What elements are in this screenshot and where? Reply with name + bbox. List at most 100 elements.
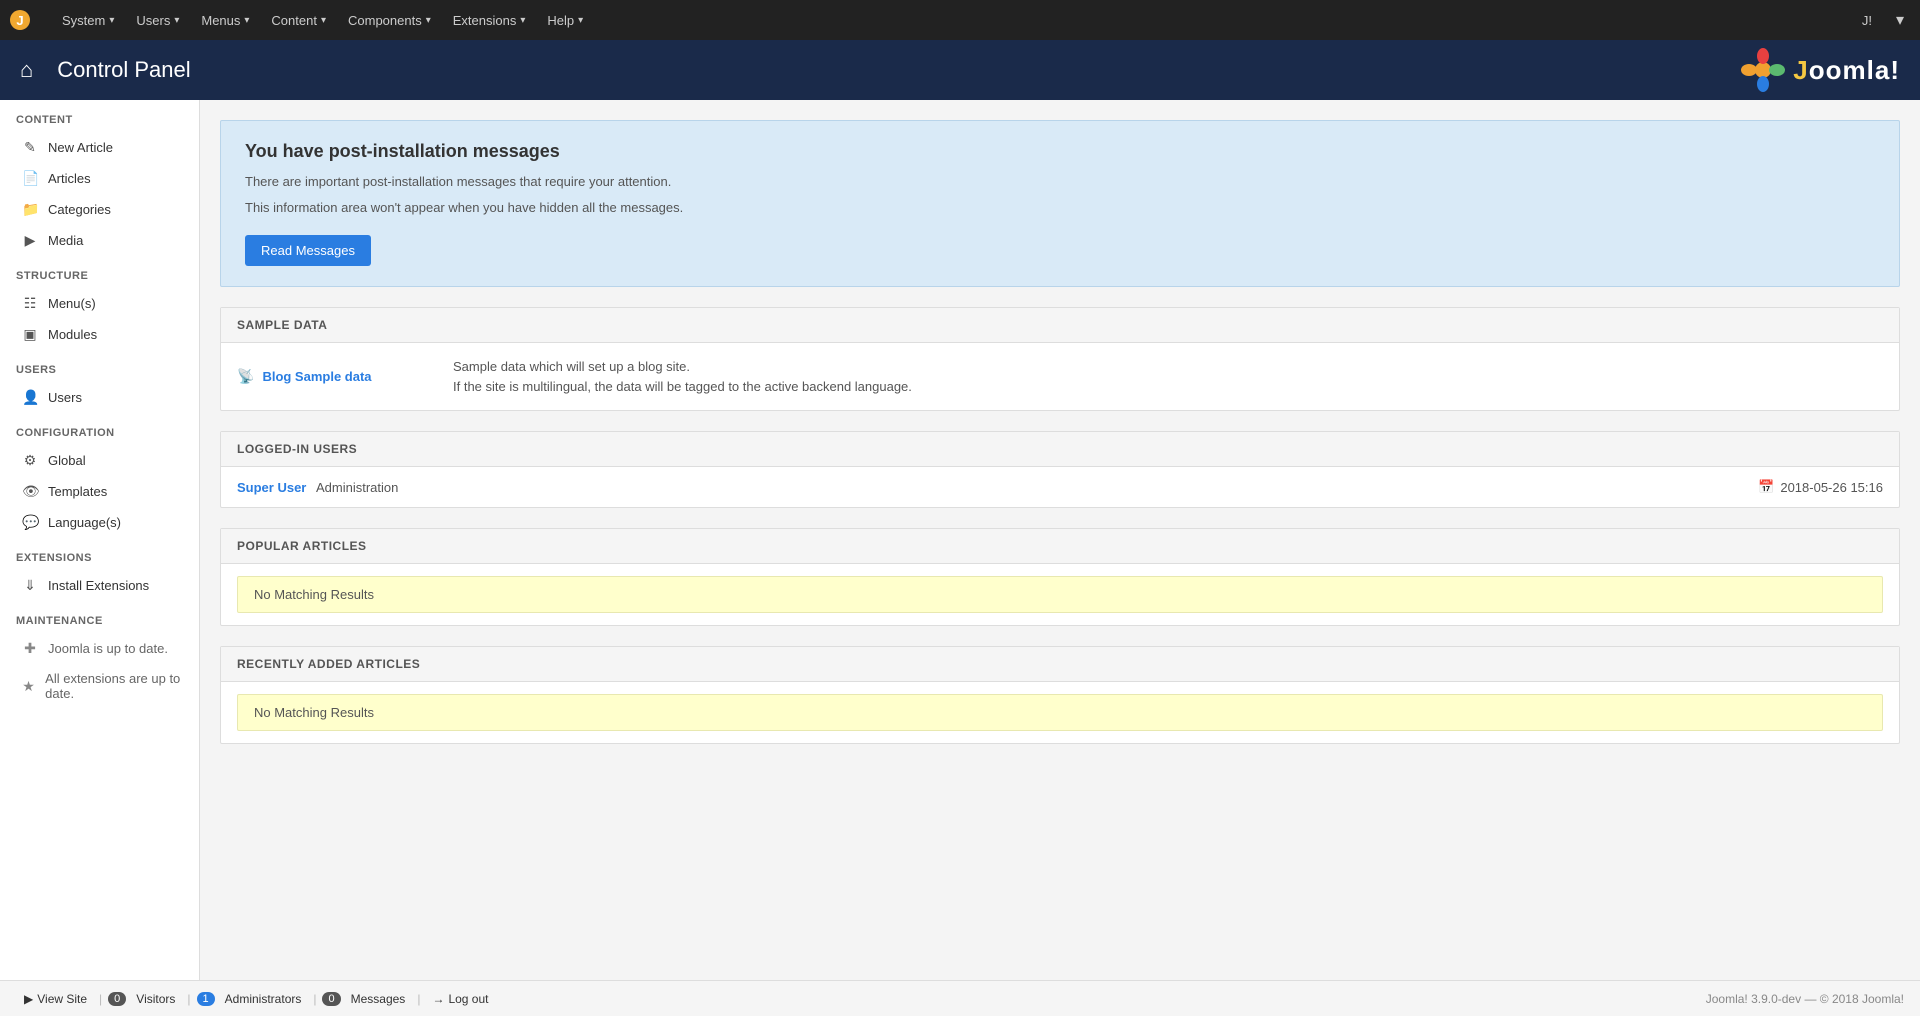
logout-link[interactable]: → Log out bbox=[424, 988, 496, 1010]
sidebar-item-media[interactable]: ▶ Media bbox=[0, 225, 199, 256]
admins-label[interactable]: Administrators bbox=[217, 988, 310, 1010]
star-outline-icon: ★ bbox=[22, 678, 35, 695]
install-icon: ⇓ bbox=[22, 577, 38, 594]
bottom-bar: ▶ View Site | 0 Visitors | 1 Administrat… bbox=[0, 980, 1920, 1016]
messages-badge: 0 bbox=[322, 992, 340, 1006]
sidebar-section-extensions: EXTENSIONS bbox=[0, 538, 199, 570]
joomla-update-icon: ✚ bbox=[22, 640, 38, 657]
sidebar-item-modules[interactable]: ▣ Modules bbox=[0, 319, 199, 350]
version-text: Joomla! 3.9.0-dev — © 2018 Joomla! bbox=[1706, 992, 1904, 1006]
nav-help[interactable]: Help bbox=[537, 7, 593, 34]
eye-icon: 👁 bbox=[22, 483, 38, 500]
menu-list-icon: ☷ bbox=[22, 295, 38, 312]
sidebar-section-content: CONTENT bbox=[0, 100, 199, 132]
recently-added-header: RECENTLY ADDED ARTICLES bbox=[221, 647, 1899, 682]
sidebar: CONTENT ✎ New Article 📄 Articles 📁 Categ… bbox=[0, 100, 200, 980]
sidebar-item-new-article[interactable]: ✎ New Article bbox=[0, 132, 199, 163]
recently-added-no-results: No Matching Results bbox=[237, 694, 1883, 731]
header-bar: ⌂ Control Panel Joomla! bbox=[0, 40, 1920, 100]
sample-data-header: SAMPLE DATA bbox=[221, 308, 1899, 343]
sidebar-item-categories[interactable]: 📁 Categories bbox=[0, 194, 199, 225]
page-title: Control Panel bbox=[57, 57, 190, 83]
sample-data-row: 📡 Blog Sample data Sample data which wil… bbox=[221, 343, 1899, 410]
top-navigation: J System Users Menus Content Components … bbox=[0, 0, 1920, 40]
svg-text:J: J bbox=[16, 13, 23, 28]
blog-sample-data-link[interactable]: 📡 Blog Sample data bbox=[237, 368, 437, 385]
recently-added-section: RECENTLY ADDED ARTICLES No Matching Resu… bbox=[220, 646, 1900, 744]
home-icon[interactable]: ⌂ bbox=[20, 57, 33, 83]
main-area: CONTENT ✎ New Article 📄 Articles 📁 Categ… bbox=[0, 100, 1920, 980]
admins-badge: 1 bbox=[197, 992, 215, 1006]
messages-label[interactable]: Messages bbox=[343, 988, 414, 1010]
nav-system[interactable]: System bbox=[52, 7, 124, 34]
module-icon: ▣ bbox=[22, 326, 38, 343]
logged-in-users-body: Super User Administration 📅 2018-05-26 1… bbox=[221, 467, 1899, 507]
popular-articles-header: POPULAR ARTICLES bbox=[221, 529, 1899, 564]
sidebar-item-languages[interactable]: 💬 Language(s) bbox=[0, 507, 199, 538]
sample-data-section: SAMPLE DATA 📡 Blog Sample data Sample da… bbox=[220, 307, 1900, 411]
sidebar-item-global[interactable]: ⚙ Global bbox=[0, 445, 199, 476]
sidebar-section-users: USERS bbox=[0, 350, 199, 382]
j-external-link-icon[interactable]: J! bbox=[1854, 9, 1880, 32]
popular-articles-section: POPULAR ARTICLES No Matching Results bbox=[220, 528, 1900, 626]
sidebar-item-users[interactable]: 👤 Users bbox=[0, 382, 199, 413]
visitors-label[interactable]: Visitors bbox=[128, 988, 183, 1010]
sidebar-section-structure: STRUCTURE bbox=[0, 256, 199, 288]
popular-articles-no-results: No Matching Results bbox=[237, 576, 1883, 613]
login-datetime: 📅 2018-05-26 15:16 bbox=[1758, 479, 1883, 495]
gear-icon: ⚙ bbox=[22, 452, 38, 469]
nav-content[interactable]: Content bbox=[261, 7, 336, 34]
view-site-icon: ▶ bbox=[24, 992, 33, 1006]
sidebar-item-install-extensions[interactable]: ⇓ Install Extensions bbox=[0, 570, 199, 601]
post-install-box: You have post-installation messages Ther… bbox=[220, 120, 1900, 287]
logged-in-user-row: Super User Administration 📅 2018-05-26 1… bbox=[221, 467, 1899, 507]
user-icon: 👤 bbox=[22, 389, 38, 406]
recently-added-body: No Matching Results bbox=[221, 694, 1899, 731]
sidebar-item-templates[interactable]: 👁 Templates bbox=[0, 476, 199, 507]
nav-menus[interactable]: Menus bbox=[191, 7, 259, 34]
logged-in-users-header: LOGGED-IN USERS bbox=[221, 432, 1899, 467]
post-install-title: You have post-installation messages bbox=[245, 141, 1875, 162]
folder-icon: 📁 bbox=[22, 201, 38, 218]
blog-sample-data-label: Blog Sample data bbox=[262, 369, 371, 384]
main-menu: System Users Menus Content Components Ex… bbox=[52, 7, 1854, 34]
sample-data-body: 📡 Blog Sample data Sample data which wil… bbox=[221, 343, 1899, 410]
view-site-link[interactable]: ▶ View Site bbox=[16, 988, 95, 1010]
post-install-line1: There are important post-installation me… bbox=[245, 172, 1875, 192]
main-panel: You have post-installation messages Ther… bbox=[200, 100, 1920, 980]
nav-users[interactable]: Users bbox=[126, 7, 189, 34]
nav-extensions[interactable]: Extensions bbox=[443, 7, 536, 34]
sidebar-item-extensions-update: ★ All extensions are up to date. bbox=[0, 664, 199, 708]
user-menu-icon[interactable]: ▾ bbox=[1888, 6, 1912, 34]
nav-components[interactable]: Components bbox=[338, 7, 441, 34]
logout-icon: → bbox=[432, 992, 444, 1006]
sidebar-item-articles[interactable]: 📄 Articles bbox=[0, 163, 199, 194]
pencil-icon: ✎ bbox=[22, 139, 38, 156]
joomla-flower-icon bbox=[1741, 48, 1785, 92]
visitors-badge: 0 bbox=[108, 992, 126, 1006]
nav-right-area: J! ▾ bbox=[1854, 6, 1912, 34]
logged-in-user-info: Super User Administration bbox=[237, 480, 398, 495]
sidebar-item-joomla-update: ✚ Joomla is up to date. bbox=[0, 633, 199, 664]
popular-articles-body: No Matching Results bbox=[221, 576, 1899, 613]
joomla-text-logo: Joomla! bbox=[1793, 55, 1900, 86]
post-install-line2: This information area won't appear when … bbox=[245, 198, 1875, 218]
joomla-logo-nav[interactable]: J bbox=[8, 8, 36, 32]
sample-data-description: Sample data which will set up a blog sit… bbox=[453, 357, 912, 396]
joomla-header-logo: Joomla! bbox=[1741, 48, 1900, 92]
user-role: Administration bbox=[316, 480, 398, 495]
separator2: | bbox=[183, 992, 194, 1006]
read-messages-button[interactable]: Read Messages bbox=[245, 235, 371, 266]
sidebar-section-configuration: CONFIGURATION bbox=[0, 413, 199, 445]
logged-in-users-section: LOGGED-IN USERS Super User Administratio… bbox=[220, 431, 1900, 508]
bottom-bar-left: ▶ View Site | 0 Visitors | 1 Administrat… bbox=[16, 988, 1706, 1010]
separator1: | bbox=[95, 992, 106, 1006]
file-icon: 📄 bbox=[22, 170, 38, 187]
wifi-icon: 📡 bbox=[237, 368, 254, 385]
sidebar-section-maintenance: MAINTENANCE bbox=[0, 601, 199, 633]
separator3: | bbox=[309, 992, 320, 1006]
sidebar-item-menus[interactable]: ☷ Menu(s) bbox=[0, 288, 199, 319]
calendar-icon: 📅 bbox=[1758, 479, 1774, 495]
separator4: | bbox=[413, 992, 424, 1006]
super-user-link[interactable]: Super User bbox=[237, 480, 306, 495]
